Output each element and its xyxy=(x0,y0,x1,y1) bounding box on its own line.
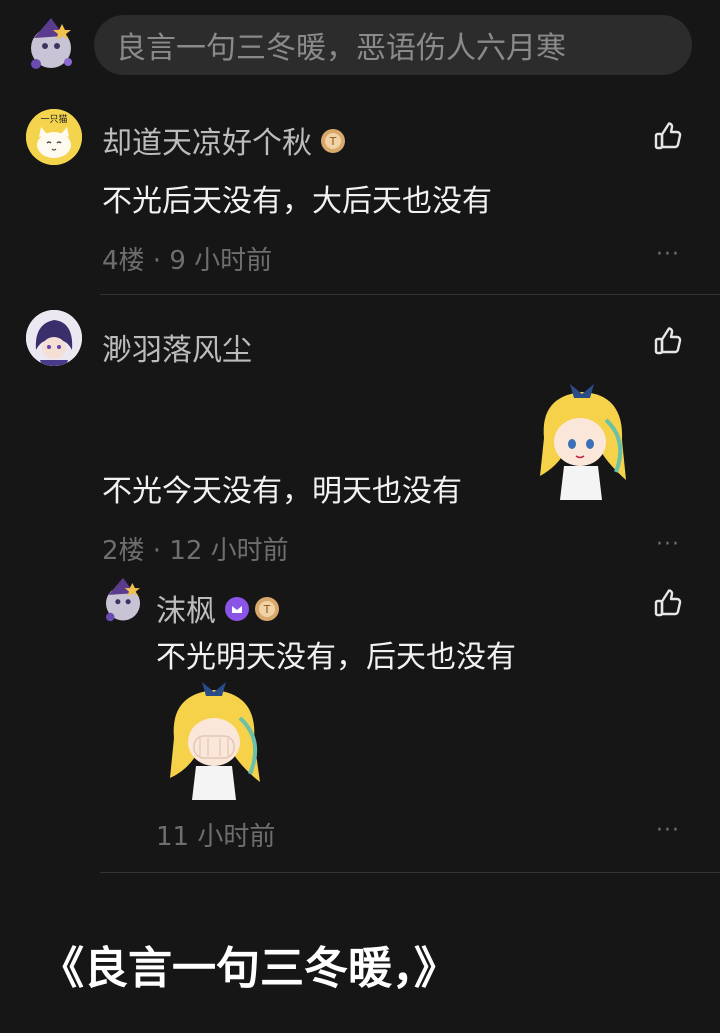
comment-meta: 4楼 · 9 小时前 xyxy=(102,246,273,276)
current-user-avatar[interactable] xyxy=(24,16,78,72)
sticker-image xyxy=(160,678,270,804)
comment-meta: 2楼 · 12 小时前 xyxy=(102,536,289,566)
more-dots-icon[interactable]: ··· xyxy=(656,242,680,267)
comment-username[interactable]: 渺羽落风尘 xyxy=(102,325,252,369)
footer-caption: 《良言一句三冬暖，》 xyxy=(40,943,458,994)
vip-badge-icon xyxy=(224,595,250,621)
comment-text: 不光后天没有，大后天也没有 xyxy=(102,184,492,219)
comment-input[interactable]: 良言一句三冬暖，恶语伤人六月寒 xyxy=(94,15,692,75)
level-badge-icon: T xyxy=(320,127,346,153)
comment-divider xyxy=(100,294,720,295)
comment-text: 不光今天没有，明天也没有 xyxy=(102,474,462,509)
reply-meta: 11 小时前 xyxy=(156,822,276,852)
reply-username[interactable]: 沫枫 T xyxy=(156,586,280,630)
like-icon[interactable] xyxy=(652,120,684,152)
more-dots-icon[interactable]: ··· xyxy=(656,818,680,843)
top-bar: 良言一句三冬暖，恶语伤人六月寒 xyxy=(0,0,720,96)
reply-avatar[interactable] xyxy=(100,576,146,624)
more-dots-icon[interactable]: ··· xyxy=(656,532,680,557)
reply-username-text: 沫枫 xyxy=(156,594,216,629)
avatar-label: 一只猫 xyxy=(40,113,67,125)
comment-avatar[interactable]: 一只猫 xyxy=(26,109,82,165)
comment-username-text: 却道天凉好个秋 xyxy=(102,126,312,161)
svg-text:T: T xyxy=(329,135,337,148)
like-icon[interactable] xyxy=(652,587,684,619)
comment-divider xyxy=(100,872,720,873)
like-icon[interactable] xyxy=(652,325,684,357)
svg-text:T: T xyxy=(263,603,271,616)
level-badge-icon: T xyxy=(254,595,280,621)
sticker-image xyxy=(530,380,634,504)
comment-input-placeholder: 良言一句三冬暖，恶语伤人六月寒 xyxy=(116,31,566,66)
reply-text: 不光明天没有，后天也没有 xyxy=(156,640,516,675)
comment-avatar[interactable] xyxy=(26,310,82,366)
comment-username[interactable]: 却道天凉好个秋 T xyxy=(102,118,346,162)
